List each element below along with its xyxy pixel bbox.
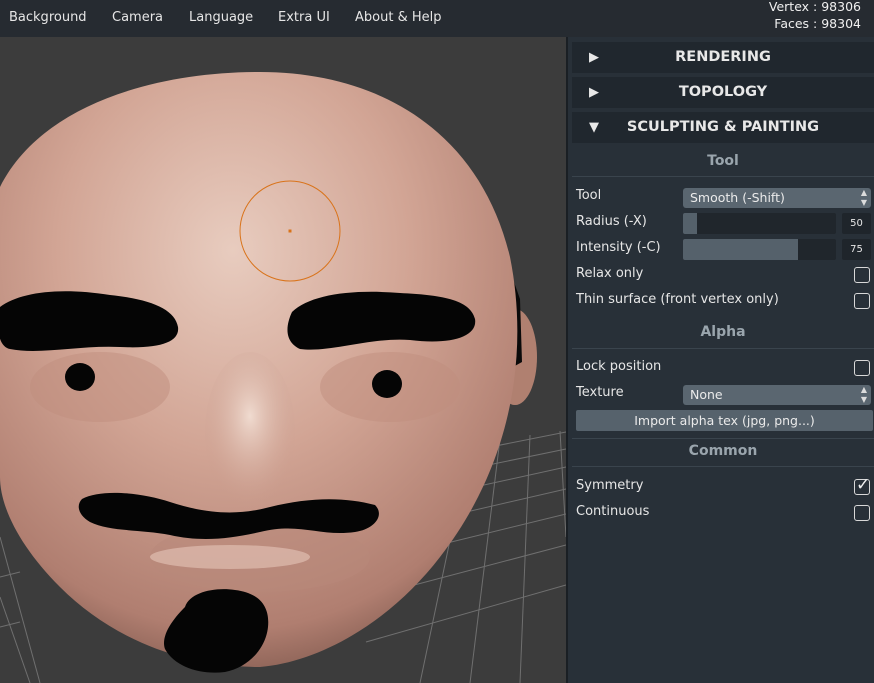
left-eye [65,363,95,391]
relax-only-checkbox[interactable] [854,267,870,283]
vertex-count: Vertex : 98306 [768,0,861,14]
texture-label: Texture [576,385,624,400]
import-alpha-button[interactable]: Import alpha tex (jpg, png...) [576,410,873,431]
menu-language[interactable]: Language [189,0,253,37]
right-eye [372,370,402,398]
control-panel: ▶ RENDERING ▶ TOPOLOGY ▼ SCULPTING & PAI… [566,37,874,683]
select-arrows-icon: ▲ ▼ [860,385,867,404]
tool-subsection-title: Tool [707,153,739,169]
check-mark-icon: ✓ [856,475,871,495]
symmetry-checkbox[interactable]: ✓ [854,475,870,495]
intensity-slider-fill [683,239,798,260]
section-sculpting-label: SCULPTING & PAINTING [626,119,820,135]
radius-value[interactable]: 50 [842,213,871,234]
expand-arrow-icon: ▶ [589,85,599,100]
tool-select-value: Smooth (-Shift) [690,190,785,205]
mesh-stats: Vertex : 98306 Faces : 98304 [769,0,861,32]
expand-arrow-icon: ▶ [589,50,599,65]
section-rendering-label: RENDERING [675,49,771,65]
brush-cursor-center [288,229,292,233]
intensity-value[interactable]: 75 [842,239,871,260]
alpha-subsection-title: Alpha [700,324,746,340]
divider [572,176,874,177]
divider [572,348,874,349]
thin-surface-label: Thin surface (front vertex only) [576,292,779,307]
tool-label: Tool [576,188,602,203]
relax-only-label: Relax only [576,266,644,281]
section-rendering[interactable]: ▶ RENDERING [572,42,874,73]
continuous-label: Continuous [576,504,650,519]
radius-label: Radius (-X) [576,214,647,229]
radius-slider[interactable] [683,213,836,234]
section-topology-label: TOPOLOGY [678,84,768,100]
lock-position-label: Lock position [576,359,662,374]
menu-extra-ui[interactable]: Extra UI [278,0,330,37]
tool-select[interactable]: Smooth (-Shift) ▲ ▼ [683,188,871,208]
section-topology[interactable]: ▶ TOPOLOGY [572,77,874,108]
intensity-slider[interactable] [683,239,836,260]
viewport-canvas[interactable] [0,37,566,683]
select-arrows-icon: ▲ ▼ [860,188,867,207]
radius-slider-fill [683,213,697,234]
texture-select[interactable]: None ▲ ▼ [683,385,871,405]
menu-camera[interactable]: Camera [112,0,163,37]
symmetry-label: Symmetry [576,478,644,493]
divider [572,438,874,439]
texture-select-value: None [690,387,723,402]
menu-about-help[interactable]: About & Help [355,0,441,37]
thin-surface-checkbox[interactable] [854,293,870,309]
lock-position-checkbox[interactable] [854,360,870,376]
collapse-arrow-icon: ▼ [589,120,599,135]
divider [572,466,874,467]
intensity-label: Intensity (-C) [576,240,661,255]
continuous-checkbox[interactable] [854,505,870,521]
section-sculpting[interactable]: ▼ SCULPTING & PAINTING [572,112,874,143]
sculpt-viewport[interactable] [0,37,566,683]
top-menu-bar: Background Camera Language Extra UI Abou… [0,0,874,37]
menu-background[interactable]: Background [9,0,87,37]
faces-count: Faces : 98304 [774,16,861,31]
common-subsection-title: Common [688,443,758,459]
